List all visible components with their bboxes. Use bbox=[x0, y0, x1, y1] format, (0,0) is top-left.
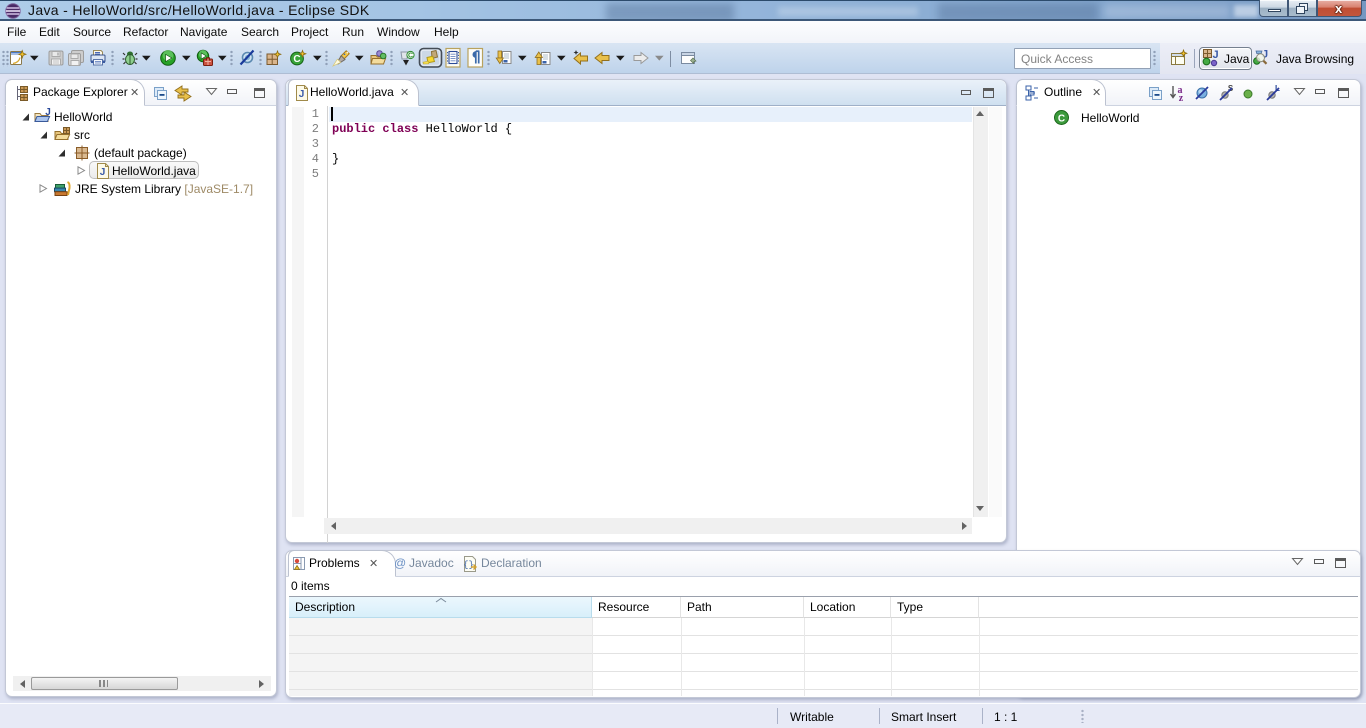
svg-text:{﻿}: {﻿} bbox=[463, 560, 474, 570]
svg-text:C: C bbox=[1058, 114, 1065, 125]
svg-text:J: J bbox=[1212, 49, 1218, 61]
svg-text:z: z bbox=[1179, 93, 1184, 104]
svg-text:C: C bbox=[408, 53, 413, 60]
svg-text:J: J bbox=[299, 89, 305, 100]
svg-text:J: J bbox=[45, 107, 51, 118]
svg-text:J: J bbox=[100, 167, 106, 178]
svg-text:C: C bbox=[293, 54, 300, 65]
